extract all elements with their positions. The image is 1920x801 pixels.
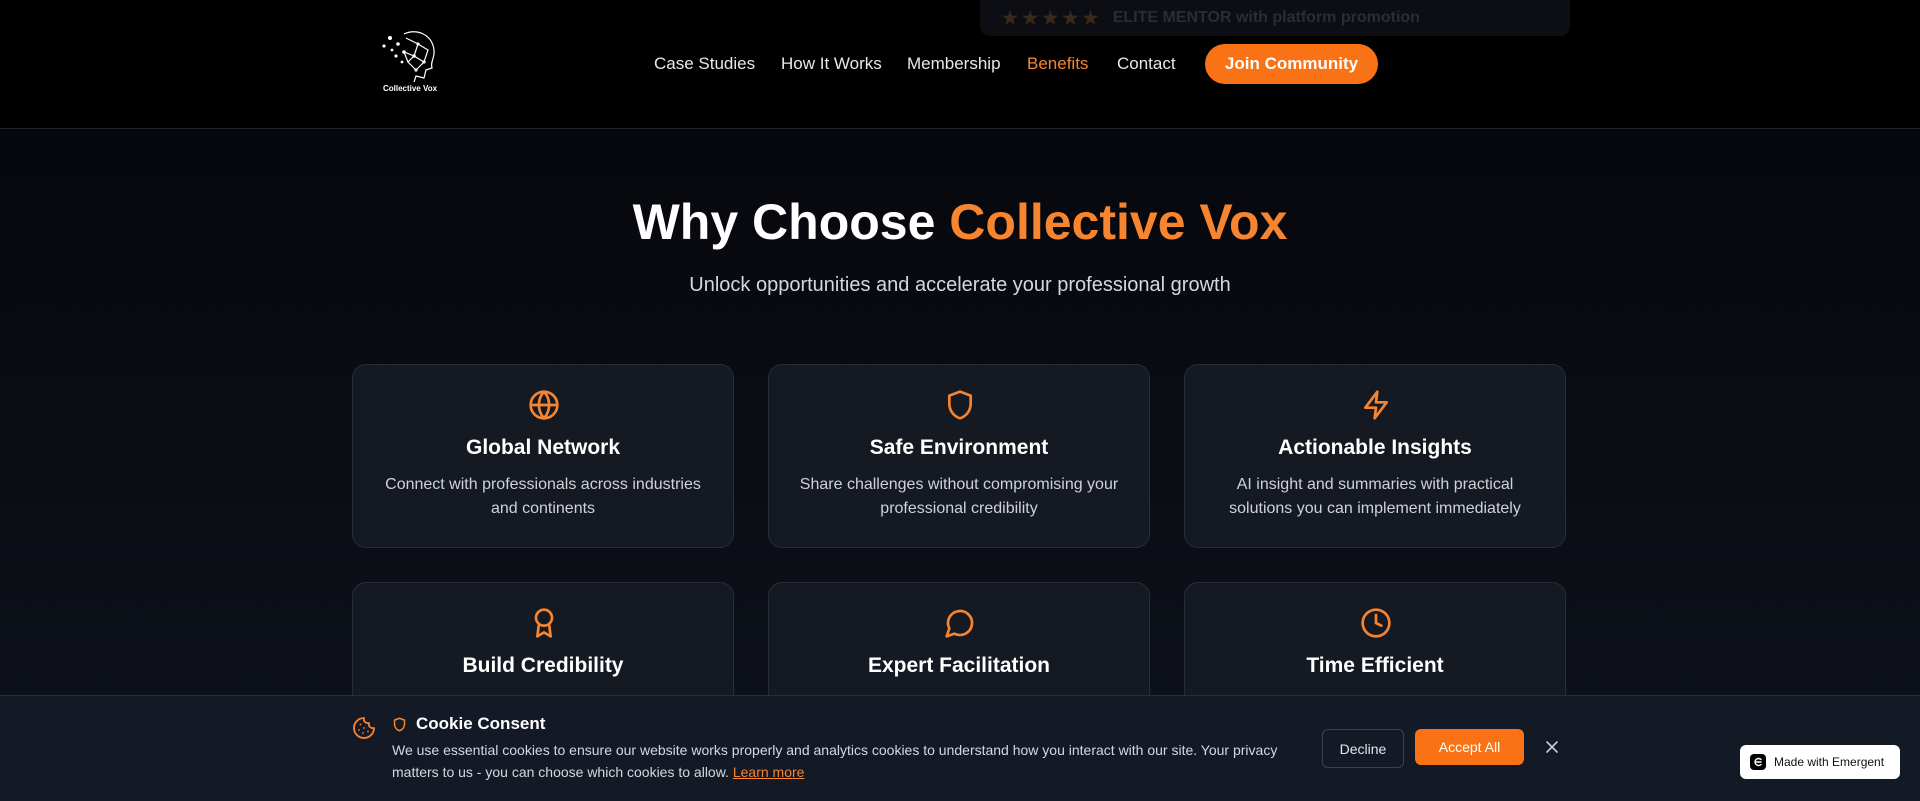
cookie-icon xyxy=(353,717,375,739)
cookie-text: We use essential cookies to ensure our w… xyxy=(392,739,1292,783)
benefit-description: AI insight and summaries with practical … xyxy=(1229,476,1521,517)
section-subtitle: Unlock opportunities and accelerate your… xyxy=(689,274,1231,296)
benefit-description: Share challenges without compromising yo… xyxy=(799,476,1119,517)
benefit-title: Safe Environment xyxy=(869,436,1049,459)
benefit-card: Actionable Insights AI insight and summa… xyxy=(1184,364,1566,548)
accept-all-button[interactable]: Accept All xyxy=(1415,729,1524,765)
nav-case-studies[interactable]: Case Studies xyxy=(654,54,755,74)
lightning-icon xyxy=(1364,390,1388,420)
benefit-description: Connect with professionals across indust… xyxy=(385,476,701,517)
badge-text: Made with Emergent xyxy=(1774,755,1885,769)
join-community-button[interactable]: Join Community xyxy=(1205,44,1378,84)
benefit-title: Global Network xyxy=(465,436,621,459)
shield-icon xyxy=(948,390,972,420)
cookie-title: Cookie Consent xyxy=(416,714,546,733)
benefit-title: Expert Facilitation xyxy=(867,654,1051,677)
title-accent: Collective Vox xyxy=(949,194,1288,250)
emergent-logo-icon xyxy=(1750,754,1766,770)
section-title: Why Choose Collective Vox xyxy=(0,193,1920,251)
clock-icon xyxy=(1361,608,1391,638)
nav-contact[interactable]: Contact xyxy=(1117,54,1176,74)
logo[interactable]: Collective Vox xyxy=(378,26,442,98)
globe-icon xyxy=(529,390,559,420)
promo-strip: ★★★★★ ELITE MENTOR with platform promoti… xyxy=(980,0,1570,36)
promo-strip-text: ELITE MENTOR with platform promotion xyxy=(1112,9,1420,26)
message-circle-icon xyxy=(945,609,974,638)
close-icon[interactable] xyxy=(1544,739,1560,755)
benefit-title: Build Credibility xyxy=(462,654,624,677)
logo-text: Collective Vox xyxy=(382,84,438,93)
rating-stars-icon: ★★★★★ xyxy=(1002,7,1103,28)
shield-icon xyxy=(393,717,406,732)
benefit-title: Time Efficient xyxy=(1306,654,1444,677)
learn-more-link[interactable]: Learn more xyxy=(733,764,805,780)
cookie-body: We use essential cookies to ensure our w… xyxy=(392,742,1278,780)
decline-button[interactable]: Decline xyxy=(1322,729,1404,768)
benefit-card: Safe Environment Share challenges withou… xyxy=(768,364,1150,548)
cookie-banner: Cookie Consent We use essential cookies … xyxy=(0,695,1920,801)
title-prefix: Why Choose xyxy=(632,194,950,250)
nav-how-it-works[interactable]: How It Works xyxy=(781,54,882,74)
nav-membership[interactable]: Membership xyxy=(907,54,1001,74)
award-icon xyxy=(534,608,554,638)
site-header: ★★★★★ ELITE MENTOR with platform promoti… xyxy=(0,0,1920,129)
benefit-title: Actionable Insights xyxy=(1278,436,1472,459)
made-with-badge[interactable]: Made with Emergent xyxy=(1740,745,1900,779)
logo-head-icon xyxy=(382,31,435,83)
benefit-card: Global Network Connect with professional… xyxy=(352,364,734,548)
nav-benefits[interactable]: Benefits xyxy=(1027,54,1088,74)
